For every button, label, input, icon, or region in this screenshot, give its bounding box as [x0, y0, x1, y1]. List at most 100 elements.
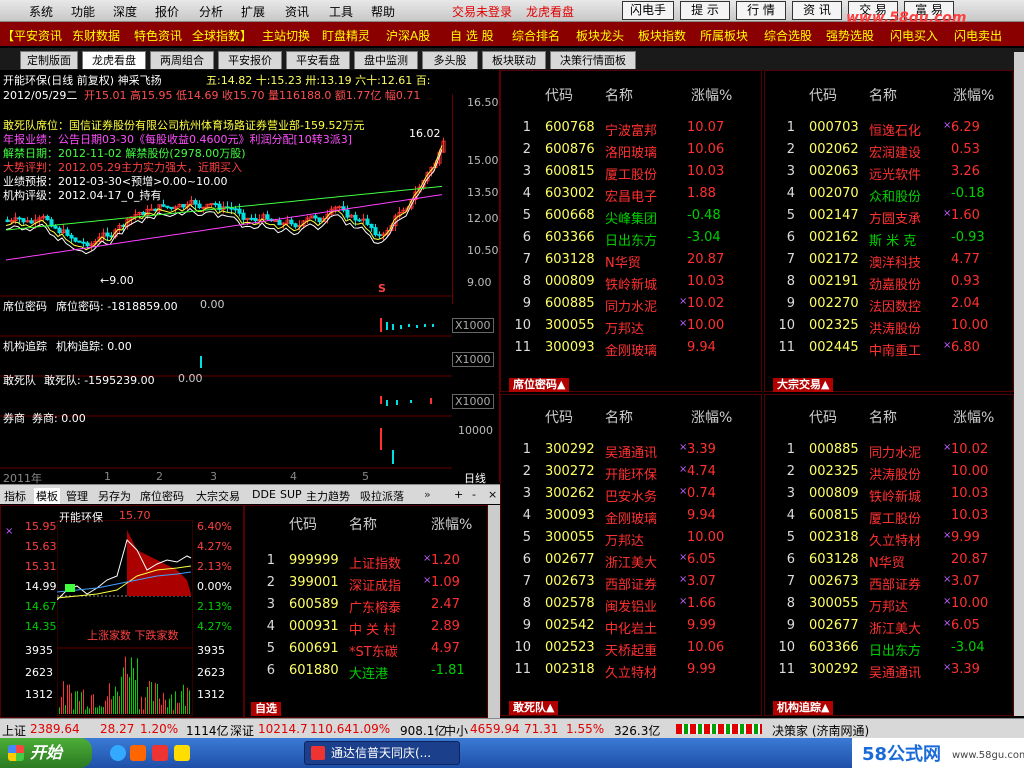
table-row[interactable]: 11 002318 久立特材 9.99	[501, 659, 763, 681]
zoom-out-icon[interactable]: -	[472, 488, 476, 501]
table-row[interactable]: 4 300093 金刚玻璃 9.94	[501, 505, 763, 527]
link-pingan-news[interactable]: 【平安资讯	[2, 27, 62, 44]
table-row[interactable]: 4 603002 宏昌电子 1.88	[501, 183, 763, 205]
table-row[interactable]: 8 000809 铁岭新城 10.03	[501, 271, 763, 293]
table-row[interactable]: 11 300292 吴通通讯 × 3.39	[765, 659, 1015, 681]
table-row[interactable]: 9 600885 同力水泥 × 10.02	[501, 293, 763, 315]
subtab-pull-dispatch[interactable]: 吸拉派落	[360, 488, 404, 504]
news-button[interactable]: 资 讯	[792, 1, 842, 20]
table-row[interactable]: 6 002162 斯 米 克 -0.93	[765, 227, 1015, 249]
right-scrollbar[interactable]	[1014, 52, 1024, 716]
menu-tools[interactable]: 工具	[326, 3, 356, 20]
subtab-indicator[interactable]: 指标	[4, 488, 26, 504]
folder-icon[interactable]	[174, 745, 190, 761]
media-icon[interactable]	[130, 745, 146, 761]
tab-pingan-quote[interactable]: 平安报价	[218, 51, 282, 69]
subtab-block-trade[interactable]: 大宗交易	[196, 488, 240, 504]
table-row[interactable]: 5 600668 尖峰集团 -0.48	[501, 205, 763, 227]
table-row[interactable]: 5 002147 方圆支承 × 1.60	[765, 205, 1015, 227]
subtab-save-as[interactable]: 另存为	[98, 488, 131, 504]
subtab-manage[interactable]: 管理	[66, 488, 88, 504]
menu-function[interactable]: 功能	[68, 3, 98, 20]
task-tdx[interactable]: 通达信普天同庆(...	[304, 741, 460, 765]
tab-two-week[interactable]: 两周组合	[150, 51, 214, 69]
link-eastmoney-data[interactable]: 东财数据	[72, 27, 120, 44]
tab-decision-panel[interactable]: 决策行情面板	[550, 51, 636, 69]
table-row[interactable]: 2 600876 洛阳玻璃 10.06	[501, 139, 763, 161]
subtab-more-icon[interactable]: »	[424, 488, 431, 501]
link-self-select[interactable]: 自 选 股	[450, 27, 494, 44]
intraday-mini-chart[interactable]: 开能环保 15.70 15.95 15.63 15.31 14.99 14.67 14.3…	[0, 505, 244, 718]
table-row[interactable]: 6 603366 日出东方 -3.04	[501, 227, 763, 249]
menu-news[interactable]: 资讯	[282, 3, 312, 20]
table-row[interactable]: 8 300055 万邦达 × 10.00	[765, 593, 1015, 615]
link-combined-select[interactable]: 综合选股	[764, 27, 812, 44]
table-row[interactable]: 6 002677 浙江美大 × 6.05	[501, 549, 763, 571]
tab-custom[interactable]: 定制版面	[20, 51, 78, 69]
ie-icon[interactable]	[110, 745, 126, 761]
table-row[interactable]: 5 002318 久立特材 × 9.99	[765, 527, 1015, 549]
table-row[interactable]: 10 603366 日出东方 -3.04	[765, 637, 1015, 659]
link-switch-server[interactable]: 主站切换	[262, 27, 310, 44]
expand-icon[interactable]: ×	[488, 488, 497, 501]
menu-system[interactable]: 系统	[26, 3, 56, 20]
table-row[interactable]: 11 300093 金刚玻璃 9.94	[501, 337, 763, 359]
link-strong-select[interactable]: 强势选股	[826, 27, 874, 44]
table-row[interactable]: 9 002270 法因数控 2.04	[765, 293, 1015, 315]
block-trade-tab[interactable]: 大宗交易▲	[773, 378, 834, 392]
table-row[interactable]: 10 002325 洪涛股份 10.00	[765, 315, 1015, 337]
table-row[interactable]: 7 002673 西部证券 × 3.07	[765, 571, 1015, 593]
link-sh-sz-a[interactable]: 沪深A股	[386, 27, 430, 44]
app-server[interactable]: 决策家 (济南网通)	[772, 722, 869, 739]
link-belong-sector[interactable]: 所属板块	[700, 27, 748, 44]
tab-intraday-monitor[interactable]: 盘中监测	[354, 51, 418, 69]
subtab-dde[interactable]: DDE	[252, 488, 276, 501]
table-row[interactable]: 1 000703 恒逸石化 × 6.29	[765, 117, 1015, 139]
table-row[interactable]: 3 600589 广东榕泰 2.47	[245, 594, 489, 616]
watchlist-tab[interactable]: 自选	[251, 702, 281, 716]
tab-bull-stocks[interactable]: 多头股	[422, 51, 478, 69]
start-button[interactable]: 开始	[0, 738, 92, 768]
subtab-main-trend[interactable]: 主力趋势	[306, 488, 350, 504]
table-row[interactable]: 1 300292 吴通通讯 × 3.39	[501, 439, 763, 461]
quotes-button[interactable]: 行 情	[736, 1, 786, 20]
link-watch-spirit[interactable]: 盯盘精灵	[322, 27, 370, 44]
table-row[interactable]: 2 300272 开能环保 × 4.74	[501, 461, 763, 483]
table-row[interactable]: 3 002063 远光软件 3.26	[765, 161, 1015, 183]
table-row[interactable]: 6 601880 大连港 -1.81	[245, 660, 489, 682]
table-row[interactable]: 5 600691 *ST东碳 4.97	[245, 638, 489, 660]
table-row[interactable]: 10 300055 万邦达 × 10.00	[501, 315, 763, 337]
zoom-in-icon[interactable]: +	[454, 488, 463, 501]
tips-button[interactable]: 提 示	[680, 1, 730, 20]
menu-analysis[interactable]: 分析	[196, 3, 226, 20]
menu-quote[interactable]: 报价	[152, 3, 182, 20]
kline-chart-panel[interactable]: 开能环保(日线 前复权) 神采飞扬 五:14.82 十:15.23 卅:13.1…	[0, 70, 500, 485]
tab-dragon-tiger[interactable]: 龙虎看盘	[82, 51, 146, 69]
table-row[interactable]: 4 600815 厦工股份 10.03	[765, 505, 1015, 527]
table-row[interactable]: 2 002325 洪涛股份 10.00	[765, 461, 1015, 483]
link-global-index[interactable]: 全球指数】	[192, 27, 252, 44]
link-quick-buy[interactable]: 闪电买入	[890, 27, 938, 44]
table-row[interactable]: 2 399001 深证成指 × 1.09	[245, 572, 489, 594]
watchlist-scrollbar[interactable]	[488, 505, 500, 718]
table-row[interactable]: 1 000885 同力水泥 × 10.02	[765, 439, 1015, 461]
lightning-hand-button[interactable]: 闪电手	[622, 1, 674, 20]
table-row[interactable]: 4 000931 中 关 村 2.89	[245, 616, 489, 638]
table-row[interactable]: 4 002070 众和股份 -0.18	[765, 183, 1015, 205]
table-row[interactable]: 10 002523 天桥起重 10.06	[501, 637, 763, 659]
subtab-seat-code[interactable]: 席位密码	[140, 488, 184, 504]
seat-code-tab[interactable]: 席位密码▲	[509, 378, 570, 392]
table-row[interactable]: 8 002191 劲嘉股份 0.93	[765, 271, 1015, 293]
app-icon[interactable]	[152, 745, 168, 761]
subtab-sup[interactable]: SUP	[280, 488, 302, 501]
table-row[interactable]: 9 002542 中化岩土 9.99	[501, 615, 763, 637]
menu-help[interactable]: 帮助	[368, 3, 398, 20]
table-row[interactable]: 2 002062 宏润建设 0.53	[765, 139, 1015, 161]
subtab-template[interactable]: 模板	[34, 488, 60, 504]
table-row[interactable]: 3 600815 厦工股份 10.03	[501, 161, 763, 183]
tab-sector-link[interactable]: 板块联动	[482, 51, 546, 69]
menu-extend[interactable]: 扩展	[238, 3, 268, 20]
table-row[interactable]: 3 300262 巴安水务 × 0.74	[501, 483, 763, 505]
institution-tab[interactable]: 机构追踪▲	[773, 701, 834, 715]
link-quick-sell[interactable]: 闪电卖出	[954, 27, 1002, 44]
